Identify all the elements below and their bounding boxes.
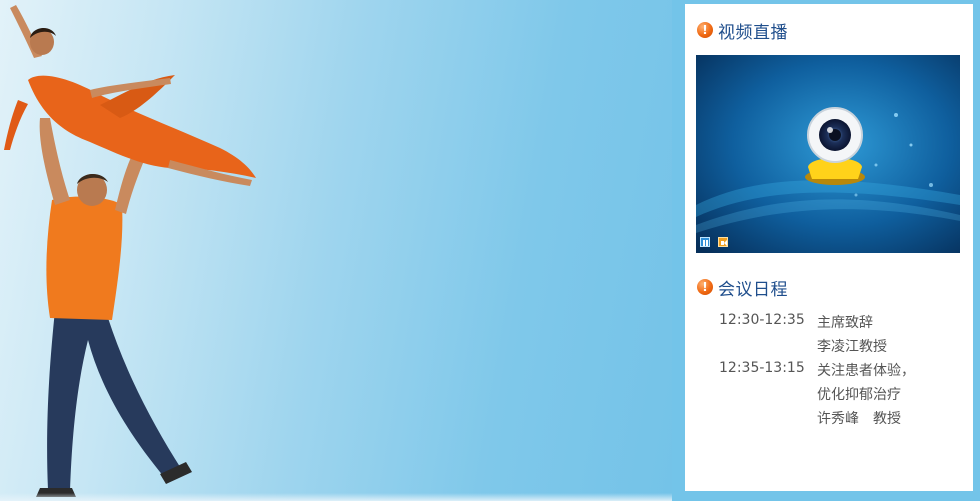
pause-icon[interactable]	[700, 237, 710, 247]
webcam-icon	[805, 107, 865, 185]
video-section-title: 视频直播	[718, 22, 788, 43]
exclamation-circle-icon: !	[697, 279, 713, 295]
exclamation-circle-icon: !	[697, 22, 713, 38]
agenda-line: 关注患者体验，	[817, 363, 915, 379]
agenda-section-title: 会议日程	[718, 279, 788, 300]
agenda-time: 12:30-12:35	[719, 312, 805, 328]
dancers-illustration	[4, 5, 256, 497]
video-section-header: ! 视频直播	[697, 18, 788, 43]
sidebar-panel: ! 视频直播 ! 会议日程 12:30-12:35 主席致辞 李凌江教授 12:…	[685, 4, 973, 491]
agenda-item-cont: 许秀峰 教授	[685, 408, 973, 432]
agenda-list: 12:30-12:35 主席致辞 李凌江教授 12:35-13:15 关注患者体…	[685, 312, 973, 432]
hero-banner	[0, 0, 672, 501]
volume-icon[interactable]	[718, 237, 728, 247]
woman-figure	[4, 5, 256, 186]
agenda-line: 李凌江教授	[817, 339, 887, 355]
agenda-section-header: ! 会议日程	[697, 275, 788, 300]
agenda-item: 12:35-13:15 关注患者体验，	[685, 360, 973, 384]
agenda-line: 优化抑郁治疗	[817, 387, 901, 403]
agenda-item: 12:30-12:35 主席致辞	[685, 312, 973, 336]
video-player[interactable]	[696, 55, 960, 253]
agenda-line: 主席致辞	[817, 315, 873, 331]
agenda-item-cont: 优化抑郁治疗	[685, 384, 973, 408]
agenda-time: 12:35-13:15	[719, 360, 805, 376]
man-figure	[36, 118, 192, 497]
video-frame	[696, 55, 960, 253]
agenda-line: 许秀峰 教授	[817, 411, 901, 427]
hero-floor-fade	[0, 493, 672, 501]
agenda-item-cont: 李凌江教授	[685, 336, 973, 360]
